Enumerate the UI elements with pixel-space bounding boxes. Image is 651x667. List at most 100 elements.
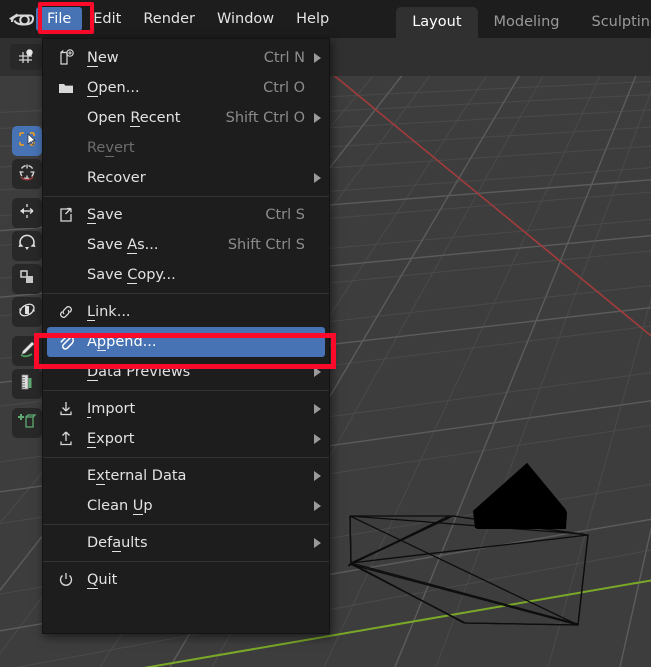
- chevron-right-icon: [309, 53, 321, 63]
- menu-item-quit-label: Quit: [87, 572, 295, 588]
- menu-item-open[interactable]: Open... Ctrl O: [43, 73, 329, 103]
- blank-icon: [53, 361, 79, 383]
- menu-item-save-label: Save: [87, 207, 255, 223]
- menu-item-open-shortcut: Ctrl O: [263, 80, 305, 96]
- blank-icon: [53, 107, 79, 129]
- rotate-icon: [17, 234, 37, 258]
- append-paperclip-icon: [53, 331, 79, 353]
- menu-item-clean-up[interactable]: Clean Up: [43, 491, 329, 521]
- menu-item-data-previews-label: Data Previews: [87, 364, 295, 380]
- menu-item-open-label: Open...: [87, 80, 253, 96]
- tool-add-cube[interactable]: [12, 408, 42, 438]
- blender-logo-icon[interactable]: [8, 6, 34, 32]
- menu-item-recover[interactable]: Recover: [43, 163, 329, 193]
- menu-item-defaults[interactable]: Defaults: [43, 528, 329, 558]
- tool-select-box[interactable]: [12, 126, 42, 156]
- new-file-icon: [53, 47, 79, 69]
- tab-modeling[interactable]: Modeling: [478, 7, 576, 38]
- tool-transform[interactable]: [12, 297, 42, 327]
- measure-ruler-icon: [17, 372, 37, 396]
- add-cube-icon: [17, 411, 37, 435]
- menu-separator: [43, 293, 329, 294]
- chevron-right-icon: [309, 173, 321, 183]
- viewport-toolbar: [12, 126, 42, 438]
- menu-item-data-previews[interactable]: Data Previews: [43, 357, 329, 387]
- tab-sculpting[interactable]: Sculpting: [575, 7, 651, 38]
- menu-item-save[interactable]: Save Ctrl S: [43, 200, 329, 230]
- blank-icon: [53, 264, 79, 286]
- menu-item-link[interactable]: Link...: [43, 297, 329, 327]
- menu-file[interactable]: File: [36, 7, 82, 31]
- menu-separator: [43, 457, 329, 458]
- menu-item-export[interactable]: Export: [43, 424, 329, 454]
- blank-icon: [53, 167, 79, 189]
- editor-type-3dviewport-icon[interactable]: [10, 44, 42, 70]
- power-quit-icon: [53, 569, 79, 591]
- tool-measure[interactable]: [12, 369, 42, 399]
- save-icon: [53, 204, 79, 226]
- chevron-right-icon: [309, 113, 321, 123]
- menu-item-save-as[interactable]: Save As... Shift Ctrl S: [43, 230, 329, 260]
- menu-render[interactable]: Render: [132, 7, 206, 31]
- menu-separator: [43, 196, 329, 197]
- menu-edit[interactable]: Edit: [82, 7, 132, 31]
- import-down-arrow-icon: [53, 398, 79, 420]
- axis-x-line: [286, 76, 651, 376]
- menu-item-save-copy[interactable]: Save Copy...: [43, 260, 329, 290]
- 3d-cursor-icon: [17, 162, 37, 186]
- menu-item-import[interactable]: Import: [43, 394, 329, 424]
- file-dropdown-menu: New Ctrl N Open... Ctrl O Open Recent Sh…: [42, 38, 330, 634]
- chevron-right-icon: [309, 404, 321, 414]
- menu-item-revert-label: Revert: [87, 140, 295, 156]
- select-box-icon: [17, 129, 37, 153]
- transform-icon: [17, 300, 37, 324]
- menu-item-open-recent[interactable]: Open Recent Shift Ctrl O: [43, 103, 329, 133]
- blank-icon: [53, 495, 79, 517]
- menu-item-external-data-label: External Data: [87, 468, 295, 484]
- blank-icon: [53, 234, 79, 256]
- chevron-right-icon: [309, 538, 321, 548]
- menu-item-save-as-shortcut: Shift Ctrl S: [228, 237, 305, 253]
- menu-item-save-as-label: Save As...: [87, 237, 218, 253]
- menu-item-new[interactable]: New Ctrl N: [43, 43, 329, 73]
- open-folder-icon: [53, 77, 79, 99]
- menu-item-save-copy-label: Save Copy...: [87, 267, 295, 283]
- link-chain-icon: [53, 301, 79, 323]
- menu-item-clean-up-label: Clean Up: [87, 498, 295, 514]
- annotate-pen-icon: [17, 339, 37, 363]
- menu-separator: [43, 524, 329, 525]
- menu-item-quit[interactable]: Quit: [43, 565, 329, 595]
- menu-separator: [43, 390, 329, 391]
- menu-item-open-recent-shortcut: Shift Ctrl O: [226, 110, 305, 126]
- tab-layout[interactable]: Layout: [396, 7, 477, 38]
- tool-cursor[interactable]: [12, 159, 42, 189]
- menu-item-new-label: New: [87, 50, 254, 66]
- menu-window[interactable]: Window: [206, 7, 285, 31]
- menu-separator: [43, 561, 329, 562]
- chevron-right-icon: [309, 434, 321, 444]
- menu-item-revert: Revert: [43, 133, 329, 163]
- menu-item-append-label: Append...: [87, 334, 291, 350]
- blender-window: lect Add Object File Edit Render Window …: [0, 0, 651, 667]
- menu-item-defaults-label: Defaults: [87, 535, 295, 551]
- menu-item-import-label: Import: [87, 401, 295, 417]
- tool-scale[interactable]: [12, 264, 42, 294]
- menu-item-new-shortcut: Ctrl N: [264, 50, 305, 66]
- export-up-arrow-icon: [53, 428, 79, 450]
- wireframe-cone-mesh: [348, 516, 588, 625]
- menu-help[interactable]: Help: [285, 7, 340, 31]
- topbar: File Edit Render Window Help Layout Mode…: [0, 0, 651, 38]
- menu-item-save-shortcut: Ctrl S: [265, 207, 305, 223]
- move-arrows-icon: [17, 201, 37, 225]
- workspace-tabs: Layout Modeling Sculpting: [396, 0, 651, 38]
- topbar-menus: File Edit Render Window Help: [36, 0, 340, 38]
- tool-move[interactable]: [12, 198, 42, 228]
- menu-item-link-label: Link...: [87, 304, 295, 320]
- chevron-right-icon: [309, 471, 321, 481]
- menu-item-external-data[interactable]: External Data: [43, 461, 329, 491]
- chevron-right-icon: [309, 367, 321, 377]
- tool-rotate[interactable]: [12, 231, 42, 261]
- scale-icon: [17, 267, 37, 291]
- tool-annotate[interactable]: [12, 336, 42, 366]
- menu-item-append[interactable]: Append...: [47, 327, 325, 357]
